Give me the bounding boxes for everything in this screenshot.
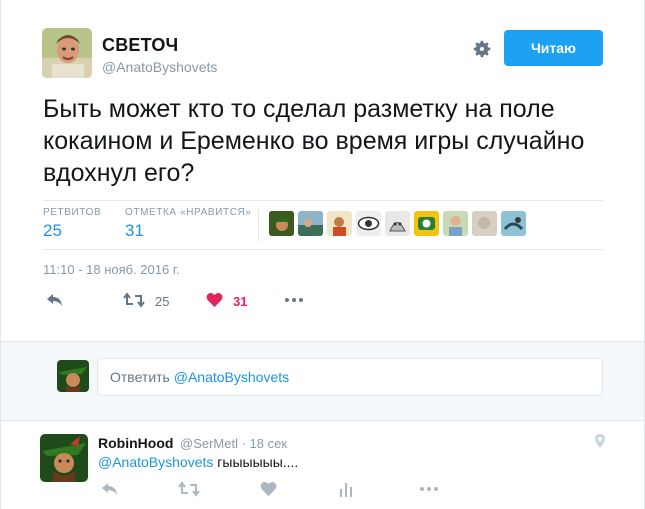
gear-icon[interactable] [471,38,493,60]
reply-more-button[interactable] [419,481,439,500]
reply-reply-button[interactable] [101,481,119,500]
like-count: 31 [233,294,248,309]
heart-icon [260,481,277,500]
reply-icon [46,292,64,311]
likes-value: 31 [125,221,144,240]
likes-label: ОТМЕТКА «НРАВИТСЯ» [125,207,252,218]
reply-placeholder-mention: @AnatoByshovets [173,369,290,385]
retweets-label: РЕТВИТОВ [43,207,102,218]
retweets-stat[interactable]: РЕТВИТОВ 25 [43,207,101,241]
reply-author-handle[interactable]: @SerMetl · 18 сек [180,436,287,451]
liker-avatar[interactable] [443,211,468,236]
analytics-button[interactable] [339,481,353,500]
divider [43,200,603,201]
liker-avatar[interactable] [472,211,497,236]
retweets-value: 25 [43,221,62,240]
more-button[interactable] [284,292,304,311]
reply-mention[interactable]: @AnatoByshovets [98,454,213,470]
more-icon [284,292,304,311]
heart-icon [206,292,223,311]
liker-avatar[interactable] [298,211,323,236]
analytics-icon [339,481,353,500]
reply-retweet-button[interactable] [178,481,200,500]
liker-avatar[interactable] [269,211,294,236]
liker-avatar[interactable] [356,211,381,236]
reply-placeholder: Ответить [110,369,170,385]
current-user-avatar [57,360,89,392]
tweet-text: Быть может кто то сделал разметку на пол… [43,95,585,187]
liker-avatar[interactable] [501,211,526,236]
location-pin-icon[interactable] [595,434,605,448]
retweet-icon [123,292,145,311]
like-button[interactable]: 31 [206,292,247,311]
retweet-button[interactable]: 25 [123,292,169,311]
divider [258,209,259,241]
liker-avatar[interactable] [414,211,439,236]
author-avatar[interactable] [42,28,92,78]
reply-author-name[interactable]: RobinHood [98,435,173,451]
likes-stat[interactable]: ОТМЕТКА «НРАВИТСЯ» 31 [125,207,252,241]
tweet-card: СВЕТОЧ @AnatoByshovets Читаю Быть может … [0,0,645,509]
retweet-icon [178,481,200,500]
reply-button[interactable] [46,292,64,311]
reply-text: @AnatoByshovets гыыыыыы.... [98,454,298,470]
tweet-timestamp[interactable]: 11:10 - 18 нояб. 2016 г. [43,262,180,277]
reply-body: гыыыыыы.... [217,454,299,470]
reply-icon [101,481,119,500]
liker-avatar[interactable] [327,211,352,236]
reply-like-button[interactable] [260,481,277,500]
retweet-count: 25 [155,294,170,309]
liker-avatar[interactable] [385,211,410,236]
author-name[interactable]: СВЕТОЧ [102,35,178,56]
reply-input[interactable]: Ответить @AnatoByshovets [97,358,603,396]
reply-author-avatar[interactable] [40,434,88,482]
follow-button[interactable]: Читаю [504,30,603,66]
divider [43,249,603,250]
more-icon [419,481,439,500]
author-handle[interactable]: @AnatoByshovets [102,59,217,75]
